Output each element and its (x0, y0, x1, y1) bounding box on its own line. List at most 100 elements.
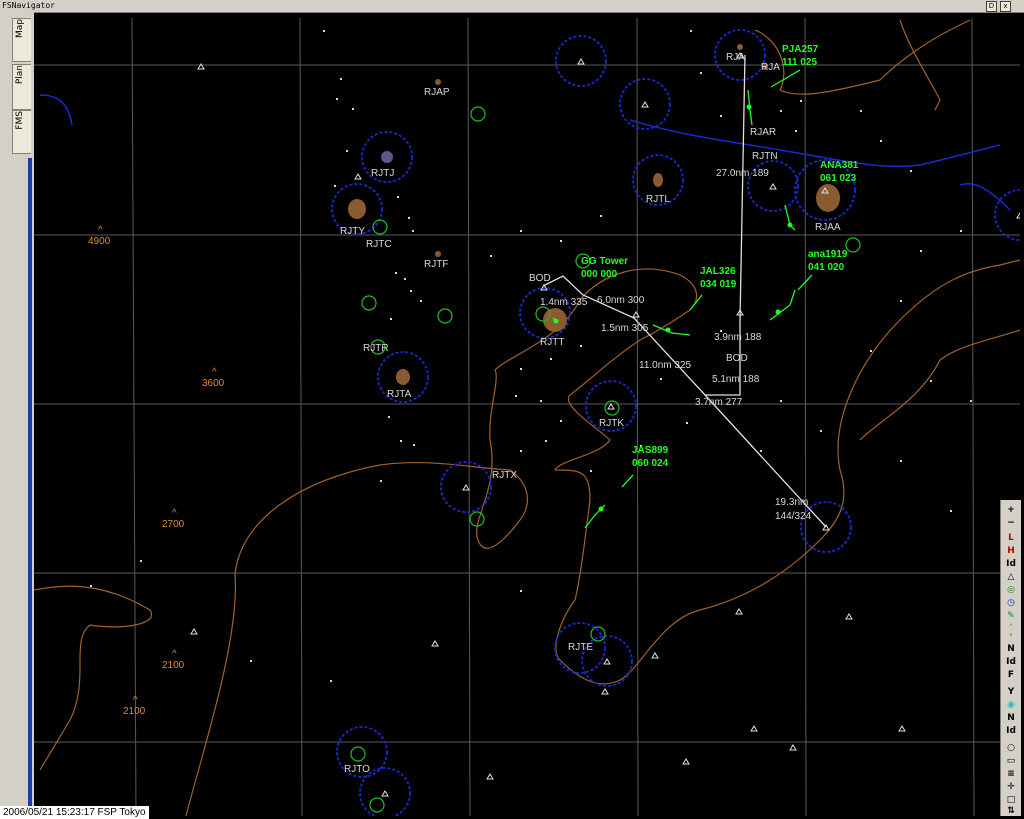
aircraft-callsign: JAS899 (632, 445, 669, 456)
airport-label[interactable]: RJAA (815, 222, 841, 233)
aircraft-data: 000 000 (581, 269, 618, 280)
airport-label[interactable]: RJTJ (371, 168, 394, 179)
elevation-label: 2700 (162, 519, 185, 530)
aircraft-data: 041 020 (808, 262, 845, 273)
elevation-label: 2100 (123, 706, 146, 717)
map-canvas: RJAP RJTJ RJTY RJTC RJTF RJTR RJTA RJTT … (34, 18, 1020, 816)
radar-button[interactable]: ◉ (1003, 699, 1019, 711)
route-label: BOD (529, 273, 551, 284)
aircraft-callsign: ana1919 (808, 249, 848, 260)
airport-label[interactable]: RJTK (599, 418, 624, 429)
airport-label[interactable]: RJA (726, 52, 745, 63)
aircraft-callsign: JAL326 (700, 266, 736, 277)
navigation-map[interactable]: RJAP RJTJ RJTY RJTC RJTF RJTR RJTA RJTT … (34, 18, 1020, 816)
aircraft-tag[interactable]: PJA257 111 025 (782, 44, 819, 68)
elevation-label: 4900 (88, 236, 111, 247)
flight-route (542, 54, 827, 528)
route-label: 1.5nm 305 (601, 323, 649, 334)
title-bar: FSNavigator D x (0, 0, 1024, 13)
aircraft-data: 061 023 (820, 173, 857, 184)
airport-label[interactable]: RJA (761, 62, 780, 73)
elevation-caret: ^ (98, 225, 103, 236)
toggle-id3-button[interactable]: Id (1003, 725, 1019, 737)
airport-label[interactable]: RJTE (568, 642, 593, 653)
aircraft-tag[interactable]: GG Tower 000 000 (581, 256, 628, 280)
elevation-label: 3600 (202, 378, 225, 389)
vor-rings (350, 106, 861, 813)
zoom-out-button[interactable]: − (1003, 517, 1019, 529)
aircraft-callsign: ANA381 (820, 160, 859, 171)
runway-markers (348, 44, 840, 385)
toggle-id2-button[interactable]: Id (1003, 656, 1019, 668)
aircraft-tag[interactable]: ana1919 041 020 (808, 249, 848, 273)
toggle-id-button[interactable]: Id (1003, 558, 1019, 570)
airport-label[interactable]: RJTN (752, 151, 778, 162)
close-button[interactable]: x (1000, 1, 1011, 12)
toggle-n-button[interactable]: N (1003, 643, 1019, 655)
scroll-track[interactable] (28, 158, 32, 819)
aircraft-data: 111 025 (782, 57, 817, 68)
tab-plan[interactable]: Plan (12, 64, 31, 110)
center-button[interactable]: ✛ (1003, 781, 1019, 793)
tab-map-label: Map (15, 19, 25, 38)
airport-filter-button[interactable]: ◷ (1003, 597, 1019, 609)
elevation-markers: ^ 4900 ^ 3600 ^ 2700 ^ 2100 ^ 2100 (88, 225, 225, 717)
list-button[interactable]: ≡ (1003, 768, 1019, 780)
zoom-in-button[interactable]: + (1003, 504, 1019, 516)
elevation-caret: ^ (133, 695, 138, 706)
tab-fms-label: FMS (15, 111, 25, 130)
route-label: 3.7nm 277 (695, 397, 743, 408)
elevation-caret: ^ (212, 367, 217, 378)
coastline (34, 19, 1020, 816)
route-label: 5.1nm 188 (712, 374, 760, 385)
elevation-caret: ^ (172, 508, 177, 519)
vor-filter-button[interactable]: △ (1003, 571, 1019, 583)
airport-label[interactable]: RJAP (424, 87, 450, 98)
airport-label[interactable]: RJTA (387, 389, 412, 400)
toggle-l-button[interactable]: L (1003, 532, 1019, 544)
scatter-points (90, 30, 972, 682)
route-label: 1.4nm 335 (540, 297, 588, 308)
swap-button[interactable]: ⇅ (1003, 805, 1019, 817)
airport-label[interactable]: RJTT (540, 337, 564, 348)
dot-b-button[interactable]: · (1003, 630, 1019, 642)
airport-rings (331, 29, 1020, 816)
elevation-caret: ^ (172, 649, 177, 660)
route-label: BOD (726, 353, 748, 364)
message-button[interactable]: ▭ (1003, 755, 1019, 767)
airport-label[interactable]: RJTC (366, 239, 392, 250)
aircraft-data: 060 024 (632, 458, 669, 469)
aircraft-tag[interactable]: JAL326 034 019 (700, 266, 737, 290)
toggle-h-button[interactable]: H (1003, 545, 1019, 557)
tab-plan-label: Plan (15, 65, 25, 85)
route-label: 11.0nm 325 (639, 360, 692, 371)
airport-label[interactable]: RJTO (344, 764, 370, 775)
airport-label[interactable]: RJAR (750, 127, 776, 138)
circle-button[interactable]: ○ (1003, 742, 1019, 754)
toggle-y-button[interactable]: Y (1003, 686, 1019, 698)
airport-label[interactable]: RJTX (492, 470, 517, 481)
map-toolbar: + − L H Id △ ◎ ◷ ✎ · · N Id F Y ◉ N Id ○… (1000, 500, 1021, 816)
map-grid (34, 18, 1020, 816)
airport-label[interactable]: RJTF (424, 259, 448, 270)
tab-map[interactable]: Map (12, 18, 31, 62)
status-bar: 2006/05/21 15:23:17 FSP Tokyo (0, 806, 149, 819)
route-label: 144/324 (775, 511, 812, 522)
aircraft-callsign: PJA257 (782, 44, 819, 55)
route-label: 6.0nm 300 (597, 295, 645, 306)
aircraft-tag[interactable]: ANA381 061 023 (820, 160, 859, 184)
water-boundary (39, 94, 1011, 211)
airport-label[interactable]: RJTL (646, 194, 670, 205)
tab-fms[interactable]: FMS (12, 110, 31, 154)
airport-label[interactable]: RJTR (363, 343, 389, 354)
toggle-n2-button[interactable]: N (1003, 712, 1019, 724)
toggle-f-button[interactable]: F (1003, 669, 1019, 681)
elevation-label: 2100 (162, 660, 185, 671)
airport-label[interactable]: RJTY (340, 226, 365, 237)
route-label: 27.0nm 189 (716, 168, 769, 179)
window-title: FSNavigator (2, 1, 55, 10)
ndb-filter-button[interactable]: ◎ (1003, 584, 1019, 596)
restore-button[interactable]: D (986, 1, 997, 12)
aircraft-callsign: GG Tower (581, 256, 628, 267)
route-label: 19.3nm (775, 497, 808, 508)
